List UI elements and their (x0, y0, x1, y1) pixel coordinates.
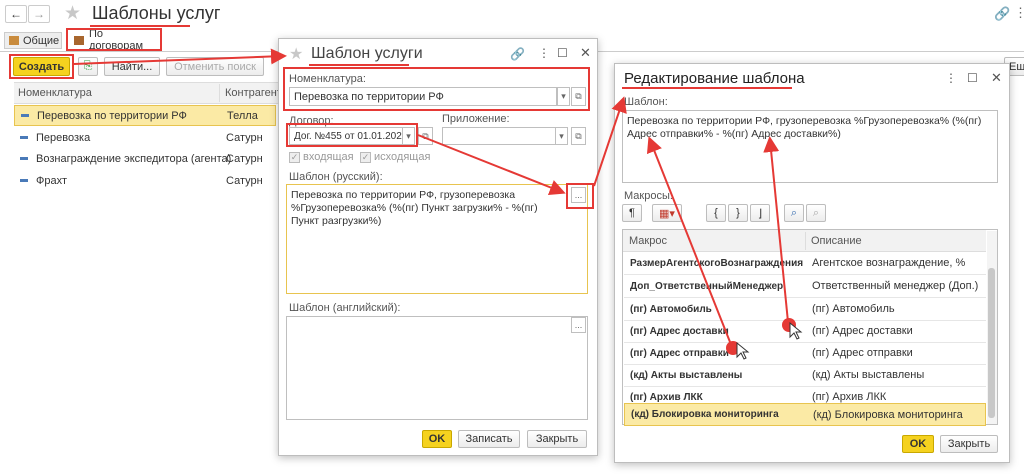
arrow-create-to-dialog (73, 48, 287, 65)
mouse-cursor-icon (736, 341, 750, 360)
arrow-contract-to-ellipsis (417, 134, 566, 196)
arrow-delivery-to-text (763, 136, 789, 323)
annotation-arrows (73, 48, 803, 360)
arrow-sender-to-text (646, 136, 731, 343)
arrow-ellipsis-to-edit (593, 96, 627, 187)
